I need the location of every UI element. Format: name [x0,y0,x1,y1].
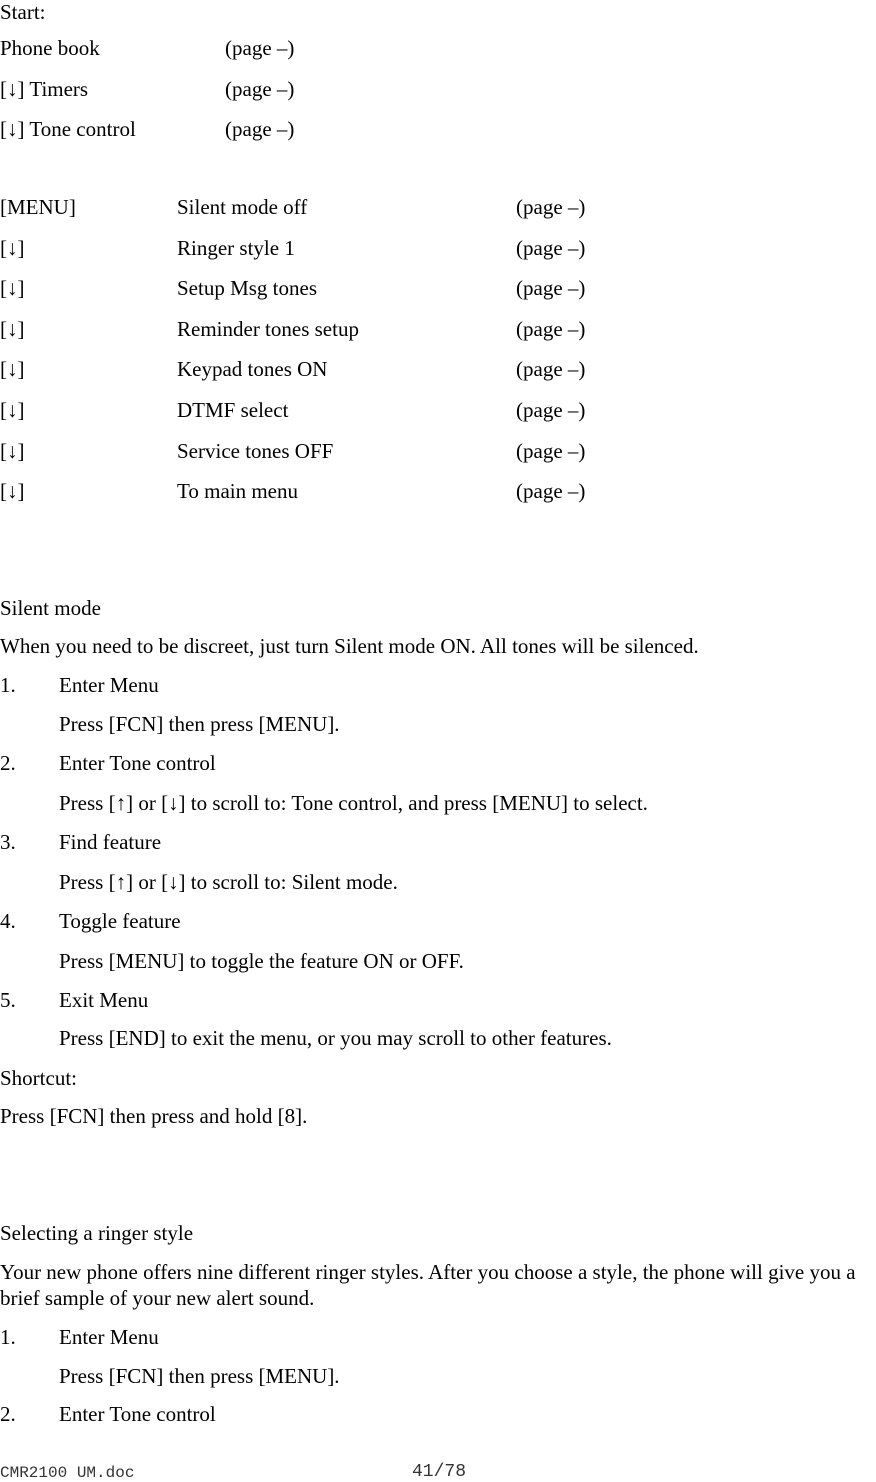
page-ref: (page –) [516,276,586,300]
menu-key: [↓] [0,439,25,463]
menu-item: Reminder tones setup [177,317,359,341]
step-detail: Press [FCN] then press [MENU]. [59,1364,340,1388]
menu-key: [↓] [0,317,25,341]
step-number: 2. [0,751,16,775]
step-number: 2. [0,1402,16,1426]
page-ref: (page –) [516,357,586,381]
paragraph: Your new phone offers nine different rin… [0,1260,856,1310]
step-title: Enter Menu [59,673,159,697]
menu-item: Service tones OFF [177,439,334,463]
step-number: 4. [0,909,16,933]
menu-item: Setup Msg tones [177,276,318,300]
shortcut-label: Shortcut: [0,1066,77,1090]
step-title: Toggle feature [59,909,181,933]
step-detail: Press [↑] or [↓] to scroll to: Tone cont… [59,791,648,815]
page-ref: (page –) [516,317,586,341]
step-title: Exit Menu [59,988,149,1012]
page-ref: (page –) [225,36,295,60]
step-title: Find feature [59,830,162,854]
page-ref: (page –) [516,479,586,503]
step-detail: Press [↑] or [↓] to scroll to: Silent mo… [59,870,398,894]
step-number: 1. [0,1325,16,1349]
step-title: Enter Tone control [59,1402,216,1426]
footer-filename: CMR2100 UM.doc [0,1464,135,1482]
step-number: 5. [0,988,16,1012]
nav-item: [↓] Tone control [0,117,136,141]
page-ref: (page –) [225,117,295,141]
section-heading: Selecting a ringer style [0,1221,194,1245]
menu-key: [↓] [0,479,25,503]
menu-key: [↓] [0,276,25,300]
nav-item: [↓] Timers [0,77,89,101]
paragraph: When you need to be discreet, just turn … [0,634,699,658]
page-ref: (page –) [516,236,586,260]
step-number: 3. [0,830,16,854]
menu-item: To main menu [177,479,299,503]
footer-page-number: 41/78 [412,1462,467,1482]
step-detail: Press [MENU] to toggle the feature ON or… [59,949,464,973]
menu-key: [↓] [0,398,25,422]
step-detail: Press [END] to exit the menu, or you may… [59,1026,612,1050]
menu-key: [↓] [0,236,25,260]
nav-item: Phone book [0,36,100,60]
menu-item: Ringer style 1 [177,236,295,260]
step-number: 1. [0,673,16,697]
step-title: Enter Menu [59,1325,159,1349]
menu-item: DTMF select [177,398,289,422]
menu-key: [↓] [0,357,25,381]
start-label: Start: [0,0,46,24]
shortcut-text: Press [FCN] then press and hold [8]. [0,1104,308,1128]
page-ref: (page –) [516,398,586,422]
page-ref: (page –) [516,195,586,219]
section-heading: Silent mode [0,596,101,620]
page-ref: (page –) [516,439,586,463]
menu-key: [MENU] [0,195,76,219]
menu-item: Keypad tones ON [177,357,328,381]
menu-item: Silent mode off [177,195,308,219]
step-title: Enter Tone control [59,751,216,775]
page-ref: (page –) [225,77,295,101]
step-detail: Press [FCN] then press [MENU]. [59,712,340,736]
